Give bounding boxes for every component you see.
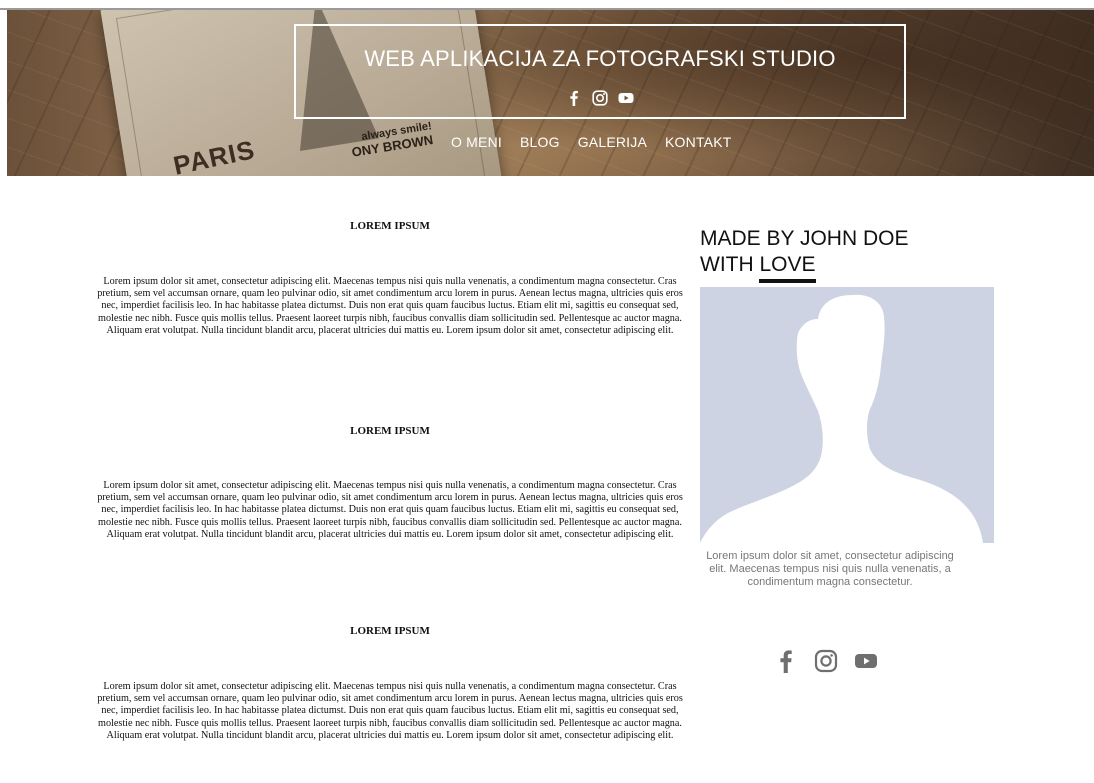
youtube-icon[interactable]	[618, 90, 634, 106]
sidebar-social-links	[774, 649, 878, 673]
nav-item-galerija[interactable]: GALERIJA	[578, 134, 647, 150]
facebook-icon[interactable]	[774, 649, 798, 673]
youtube-icon[interactable]	[854, 649, 878, 673]
site-title: WEB APLIKACIJA ZA FOTOGRAFSKI STUDIO	[364, 46, 836, 71]
instagram-icon[interactable]	[592, 90, 608, 106]
avatar	[700, 287, 994, 543]
hero-social-links	[296, 90, 904, 106]
facebook-icon[interactable]	[566, 90, 582, 106]
article: LOREM IPSUM Lorem ipsum dolor sit amet, …	[90, 220, 690, 336]
about-heading: MADE BY JOHN DOE WITH LOVE	[700, 226, 994, 283]
article-title: LOREM IPSUM	[350, 625, 430, 637]
hero-banner: PARIS always smile! ONY BROWN WEB APLIKA…	[7, 10, 1094, 176]
article: LOREM IPSUM Lorem ipsum dolor sit amet, …	[90, 425, 690, 540]
about-heading-line1: MADE BY JOHN DOE	[700, 227, 909, 250]
article-title: LOREM IPSUM	[350, 220, 430, 232]
nav-item-blog[interactable]: BLOG	[520, 134, 560, 150]
default-profile-silhouette-icon	[700, 287, 994, 543]
article-body: Lorem ipsum dolor sit amet, consectetur …	[97, 681, 683, 741]
article-title: LOREM IPSUM	[350, 425, 430, 437]
article: LOREM IPSUM Lorem ipsum dolor sit amet, …	[90, 625, 690, 741]
about-heading-with: WITH	[700, 253, 760, 276]
nav-item-o-meni[interactable]: O MENI	[451, 134, 502, 150]
title-box: WEB APLIKACIJA ZA FOTOGRAFSKI STUDIO	[294, 24, 906, 119]
about-text: Lorem ipsum dolor sit amet, consectetur …	[706, 550, 954, 588]
nav-item-kontakt[interactable]: KONTAKT	[665, 134, 731, 150]
instagram-icon[interactable]	[814, 649, 838, 673]
about-heading-love: LOVE	[759, 253, 816, 283]
article-body: Lorem ipsum dolor sit amet, consectetur …	[97, 480, 683, 540]
article-body: Lorem ipsum dolor sit amet, consectetur …	[97, 276, 683, 336]
about-sidebar: MADE BY JOHN DOE WITH LOVE Lorem ipsum d…	[700, 226, 994, 673]
main-nav: O MENI BLOG GALERIJA KONTAKT	[451, 134, 731, 150]
